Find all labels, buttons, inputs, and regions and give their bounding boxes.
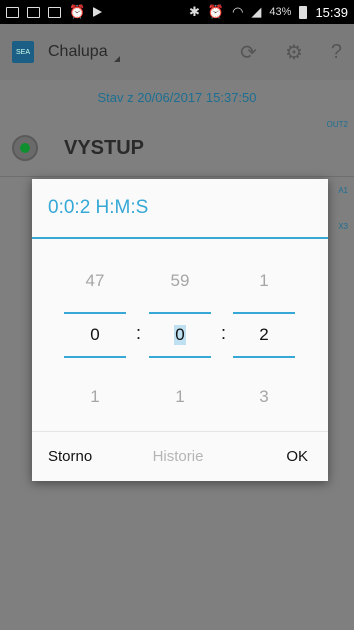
dropdown-caret-icon[interactable] <box>113 56 120 62</box>
app-bar: SEA Chalupa ⟳ ⚙ ? <box>0 24 354 80</box>
hours-input[interactable]: 0 <box>64 312 126 358</box>
output-row[interactable]: VYSTUP OUT2 <box>0 120 354 168</box>
status-left-icons: ⏰ <box>6 4 103 20</box>
output-tag: X3 <box>338 222 348 231</box>
dialog-buttons: Storno Historie OK <box>32 431 328 481</box>
clock: 15:39 <box>315 4 348 20</box>
status-right-icons: ✱ ⏰ ◠ ◢ 43% 15:39 <box>189 4 348 20</box>
seconds-prev[interactable]: 1 <box>233 271 295 291</box>
alarm-icon: ⏰ <box>207 4 225 19</box>
status-timestamp: Stav z 20/06/2017 15:37:50 <box>97 90 257 105</box>
bluetooth-icon: ✱ <box>188 4 200 19</box>
seconds-next[interactable]: 3 <box>233 387 295 407</box>
cancel-button[interactable]: Storno <box>32 432 135 481</box>
output-name: VYSTUP <box>64 136 145 159</box>
status-bar: ⏰ ✱ ⏰ ◠ ◢ 43% 15:39 <box>0 0 354 24</box>
minutes-input[interactable]: 0 <box>149 312 211 358</box>
separator: : <box>136 323 142 343</box>
hours-next[interactable]: 1 <box>64 387 126 407</box>
device-selector[interactable]: Chalupa <box>48 43 108 61</box>
minutes-next[interactable]: 1 <box>149 387 211 407</box>
minutes-prev[interactable]: 59 <box>149 271 211 291</box>
time-picker: 47 0 1 : 59 0 1 : 1 2 3 <box>32 239 328 431</box>
output-tag: OUT2 <box>326 120 348 129</box>
mail-icon <box>6 6 19 18</box>
image-icon <box>27 6 40 18</box>
battery-percent: 43% <box>269 6 292 18</box>
history-button: Historie <box>152 448 204 465</box>
separator: : <box>221 323 227 343</box>
timer-dialog: 0:0:2 H:M:S 47 0 1 : 59 0 1 : 1 2 3 Stor… <box>32 179 328 481</box>
ok-button[interactable]: OK <box>221 432 328 481</box>
wifi-icon: ◠ <box>232 4 244 19</box>
hours-prev[interactable]: 47 <box>64 271 126 291</box>
app-logo: SEA <box>12 41 34 63</box>
alarm-icon: ⏰ <box>69 4 86 19</box>
battery-icon <box>299 5 308 19</box>
signal-icon: ◢ <box>251 4 262 19</box>
seconds-input[interactable]: 2 <box>233 312 295 358</box>
divider <box>0 176 354 177</box>
minutes-value: 0 <box>174 325 186 345</box>
play-icon <box>93 7 103 17</box>
hours-value: 0 <box>90 325 100 344</box>
seconds-value: 2 <box>259 325 269 344</box>
output-tag: A1 <box>338 186 348 195</box>
status-led-icon <box>12 135 38 161</box>
help-icon[interactable]: ? <box>331 41 342 64</box>
gallery-icon <box>48 6 61 18</box>
refresh-icon[interactable]: ⟳ <box>240 40 257 65</box>
settings-icon[interactable]: ⚙ <box>285 40 303 65</box>
dialog-title: 0:0:2 H:M:S <box>32 179 328 239</box>
